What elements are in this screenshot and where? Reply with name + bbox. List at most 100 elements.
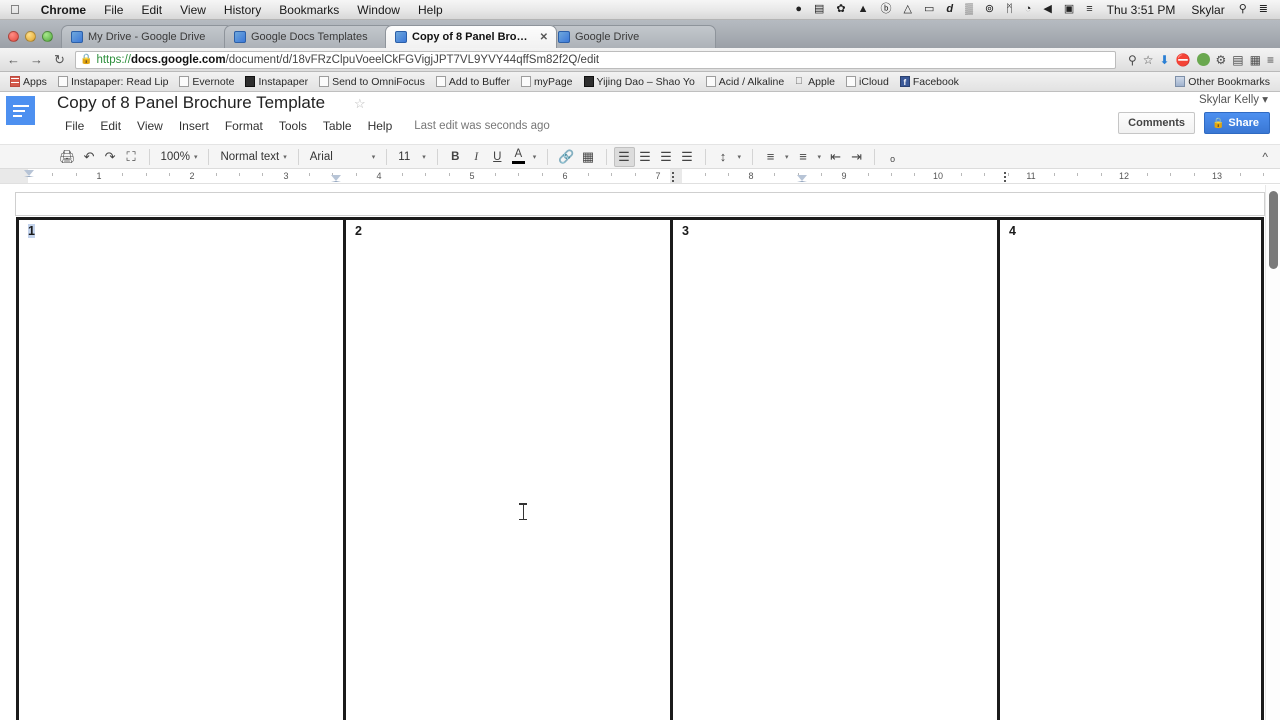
brochure-panel-2[interactable]: 2 [346, 220, 673, 720]
close-tab-icon[interactable]: ✕ [537, 32, 548, 43]
left-margin-marker[interactable] [24, 170, 34, 177]
os-menu-chrome[interactable]: Chrome [32, 3, 95, 17]
flag-icon[interactable]: ≡ [1080, 4, 1098, 15]
volume-icon[interactable]: ◀ [1037, 4, 1057, 15]
battery-icon[interactable]: ▣ [1058, 4, 1080, 15]
panel-number[interactable]: 1 [28, 224, 35, 238]
indent-marker-2[interactable] [797, 175, 807, 182]
extension-icon[interactable]: ⚙ [1216, 54, 1227, 66]
search-icon[interactable]: ⚲ [1233, 4, 1253, 15]
zoom-window-button[interactable] [42, 31, 53, 42]
link-icon[interactable]: 🔗 [555, 147, 577, 167]
bookmark-other[interactable]: Other Bookmarks [1170, 75, 1275, 89]
bookmark-yijing-dao[interactable]: Yijing Dao – Shao Yo [579, 75, 700, 89]
indent-marker[interactable] [331, 175, 341, 182]
os-menu-view[interactable]: View [171, 3, 215, 17]
cloud-icon[interactable]: ▲ [852, 4, 875, 15]
apps-icon[interactable]: ▦ [1250, 54, 1261, 66]
panel-number[interactable]: 3 [682, 224, 689, 238]
browser-menu-icon[interactable]: ≡ [1267, 54, 1274, 66]
align-center-icon[interactable]: ☰ [635, 147, 656, 167]
bulleted-list-icon[interactable]: ≡ [793, 147, 814, 167]
docs-menu-insert[interactable]: Insert [171, 117, 217, 135]
docs-menu-file[interactable]: File [57, 117, 92, 135]
browser-tab-active-brochure[interactable]: Copy of 8 Panel Brochure ✕ [385, 25, 557, 48]
decrease-indent-icon[interactable]: ⇤ [825, 147, 846, 167]
location-pin-icon[interactable]: ● [789, 4, 808, 15]
dropbox-icon[interactable]: ✿ [830, 4, 851, 15]
browser-tab-my-drive[interactable]: My Drive - Google Drive [61, 25, 233, 48]
scrollbar-thumb[interactable] [1269, 191, 1278, 269]
docs-menu-edit[interactable]: Edit [92, 117, 129, 135]
dictionary-icon[interactable]: d [940, 4, 959, 15]
browser-tab-docs-templates[interactable]: Google Docs Templates [224, 25, 394, 48]
os-menu-bookmarks[interactable]: Bookmarks [270, 3, 348, 17]
last-edit-status[interactable]: Last edit was seconds ago [414, 120, 550, 132]
time-machine-icon[interactable]: ⊚ [979, 4, 1000, 15]
line-spacing-icon[interactable]: ↕ [713, 147, 734, 167]
reload-icon[interactable]: ↻ [52, 53, 67, 66]
star-icon[interactable]: ☆ [354, 96, 366, 112]
docs-logo-icon[interactable] [6, 96, 35, 125]
page-title[interactable]: Copy of 8 Panel Brochure Template [57, 93, 325, 113]
numbered-list-icon[interactable]: ≡ [760, 147, 781, 167]
evernote-icon[interactable] [1197, 53, 1210, 66]
font-family-caret[interactable]: ▾ [368, 151, 380, 163]
bookmark-star-icon[interactable]: ☆ [1143, 54, 1154, 66]
clear-formatting-icon[interactable]: ₒ [882, 147, 903, 167]
bold-button[interactable]: B [445, 147, 466, 167]
back-arrow-icon[interactable]: ← [6, 53, 21, 66]
underline-button[interactable]: U [487, 147, 508, 167]
close-window-button[interactable] [8, 31, 19, 42]
numbered-list-caret[interactable]: ▾ [781, 151, 793, 163]
text-color-button[interactable]: A [508, 147, 529, 167]
bookmark-add-to-buffer[interactable]: Add to Buffer [431, 75, 515, 89]
bookmark-instapaper[interactable]: Instapaper [240, 75, 313, 89]
apple-icon[interactable]:  [10, 3, 20, 16]
screenshot-icon[interactable]: ▤ [808, 4, 830, 15]
font-family-dropdown[interactable]: Arial [306, 149, 368, 165]
docs-menu-table[interactable]: Table [315, 117, 360, 135]
os-clock[interactable]: Thu 3:51 PM [1099, 3, 1184, 17]
bookmark-icloud[interactable]: iCloud [841, 75, 894, 89]
align-justify-icon[interactable]: ☰ [677, 147, 698, 167]
docs-menu-tools[interactable]: Tools [271, 117, 315, 135]
panel-number[interactable]: 2 [355, 224, 362, 238]
paragraph-style-dropdown[interactable]: Normal text ▾ [216, 149, 290, 165]
download-icon[interactable]: ⬇ [1160, 54, 1170, 66]
bookmark-facebook[interactable]: f Facebook [895, 75, 964, 89]
brochure-table[interactable]: 1 2 3 4 [16, 217, 1264, 720]
collapse-toolbar-icon[interactable]: ^ [1262, 150, 1268, 164]
bulleted-list-caret[interactable]: ▾ [814, 151, 826, 163]
font-size-caret[interactable]: ▾ [418, 151, 430, 163]
brochure-panel-3[interactable]: 3 [673, 220, 1000, 720]
right-margin-marker[interactable] [672, 171, 674, 182]
bluetooth-icon[interactable]: ᛗ [1000, 4, 1019, 15]
document-canvas[interactable]: 1 2 3 4 [0, 185, 1280, 720]
bookmark-instapaper-read-later[interactable]: Instapaper: Read Lip [53, 75, 173, 89]
equalizer-icon[interactable]: ▒ [959, 4, 979, 15]
panel-number[interactable]: 4 [1009, 224, 1016, 238]
vertical-scrollbar[interactable] [1265, 185, 1280, 720]
os-menu-file[interactable]: File [95, 3, 132, 17]
docs-menu-view[interactable]: View [129, 117, 171, 135]
bookmark-mypage[interactable]: myPage [516, 75, 578, 89]
wifi-icon[interactable]: ◔ [1019, 4, 1038, 15]
bookmark-apps[interactable]: Apps [5, 75, 52, 89]
align-right-icon[interactable]: ☰ [656, 147, 677, 167]
minimize-window-button[interactable] [25, 31, 36, 42]
instapaper-icon[interactable]: ▤ [1232, 54, 1243, 66]
bell-icon[interactable]: △ [897, 4, 917, 15]
brochure-panel-4[interactable]: 4 [1000, 220, 1261, 720]
alarm-icon[interactable]: ⓑ [874, 4, 897, 15]
tab-stop-marker[interactable] [1004, 171, 1006, 182]
os-menu-edit[interactable]: Edit [132, 3, 171, 17]
address-bar[interactable]: 🔒 https://docs.google.com/document/d/18v… [75, 51, 1116, 69]
os-menu-history[interactable]: History [215, 3, 270, 17]
print-icon[interactable]: 🖨 [56, 147, 79, 167]
docs-menu-help[interactable]: Help [360, 117, 401, 135]
document-header-box[interactable] [15, 192, 1265, 216]
browser-tab-google-drive[interactable]: Google Drive [548, 25, 716, 48]
brochure-panel-1[interactable]: 1 [19, 220, 346, 720]
bookmark-acid-alkaline[interactable]: Acid / Alkaline [701, 75, 789, 89]
